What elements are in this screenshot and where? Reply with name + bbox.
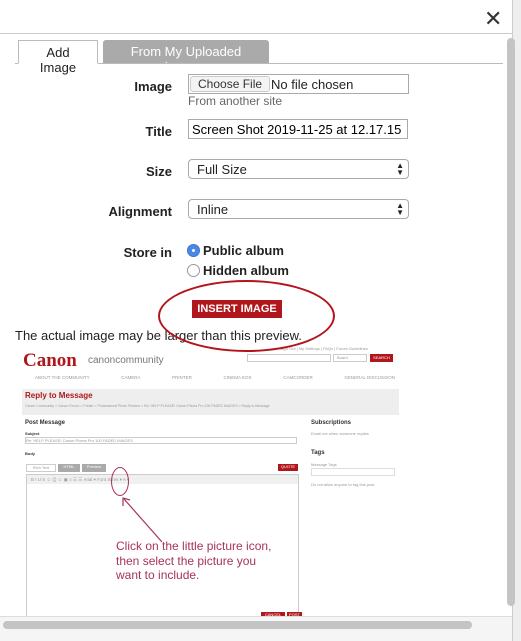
annotation-text: Click on the little picture icon, then s… [116,539,272,582]
email-me-checkbox: Email me when someone replies [311,431,369,436]
canon-logo: Canon [23,350,77,371]
size-label: Size [145,164,172,179]
no-tag-checkbox: Do not allow anyone to tag this post [311,482,375,487]
picture-icon-circle [111,467,129,496]
nav-item: CINEMA EOS [223,375,252,380]
public-album-label: Public album [203,243,284,258]
message-tags-label: Message Tags [311,462,337,467]
tab-uploaded-images[interactable]: From My Uploaded Images [103,40,269,74]
preview-nav: ABOUT THE COMMUNITY CAMERA PRINTER CINEMA E… [35,375,395,380]
subject-label: Subject [25,431,40,436]
preview-search-box [247,354,331,362]
rich-text-tab: Rich Text [26,464,56,472]
subject-field: Re: HELP PLEASE! Canon Pixma Pro 100 FAD… [25,437,297,444]
quote-button: QUOTE [278,464,298,471]
nav-item: CAMCORDER [283,375,313,380]
image-preview: Canon canoncommunity Sign Out | My Setti… [20,346,402,619]
file-input[interactable]: Choose File No file chosen [188,74,409,94]
preview-breadcrumb: Canon Community > Canon Forum > Printer … [25,404,270,408]
close-icon[interactable]: ✕ [484,6,502,32]
radio-checked-icon[interactable] [187,244,200,257]
subscriptions-heading: Subscriptions [311,420,352,426]
preview-note: The actual image may be larger than this… [15,328,302,343]
search-button: SEARCH [370,354,393,362]
community-logo: canoncommunity [88,355,164,366]
size-value: Full Size [197,162,247,177]
image-label: Image [134,79,172,94]
nav-item: ABOUT THE COMMUNITY [35,375,90,380]
tab-add-image[interactable]: Add Image [18,40,98,75]
alignment-label: Alignment [108,204,172,219]
editor-toolbar: B I U S ☺ {¦} ☺ ▣ ≡ ☰ ☰ Arial ▾ Font Siz… [27,475,298,484]
select-arrows-icon: ▲ ▼ [396,201,404,217]
post-message-heading: Post Message [25,420,66,426]
size-select[interactable]: Full Size ▲ ▼ [188,159,409,179]
from-another-site-link[interactable]: From another site [188,94,282,108]
alignment-value: Inline [197,202,229,217]
radio-unchecked-icon[interactable] [187,264,200,277]
tags-heading: Tags [311,450,325,456]
preview-tab: Preview [82,464,106,472]
message-tags-field [311,468,395,476]
divider [0,33,512,34]
nav-item: CAMERA [121,375,141,380]
select-arrows-icon: ▲ ▼ [396,161,404,177]
horizontal-scrollbar[interactable] [3,621,472,629]
title-input[interactable] [188,119,408,139]
top-links: Sign Out | My Settings | FAQs | Forum Gu… [280,346,368,351]
vertical-scrollbar[interactable] [507,38,515,606]
preview-heading: Reply to Message [25,391,93,400]
radio-hidden-album[interactable]: Hidden album [187,262,289,280]
store-in-label: Store in [123,245,172,260]
nav-item: PRINTER [172,375,192,380]
choose-file-button[interactable]: Choose File [190,76,271,92]
hidden-album-label: Hidden album [203,263,289,278]
nav-item: GENERAL DISCUSSION [344,375,395,380]
no-file-text: No file chosen [271,77,354,92]
title-label: Title [145,124,173,139]
alignment-select[interactable]: Inline ▲ ▼ [188,199,409,219]
board-select: Board [333,354,367,362]
html-tab: HTML [58,464,80,472]
radio-public-album[interactable]: Public album [187,242,284,260]
insert-image-button[interactable]: INSERT IMAGE [192,300,282,318]
body-label: Body [25,451,35,456]
